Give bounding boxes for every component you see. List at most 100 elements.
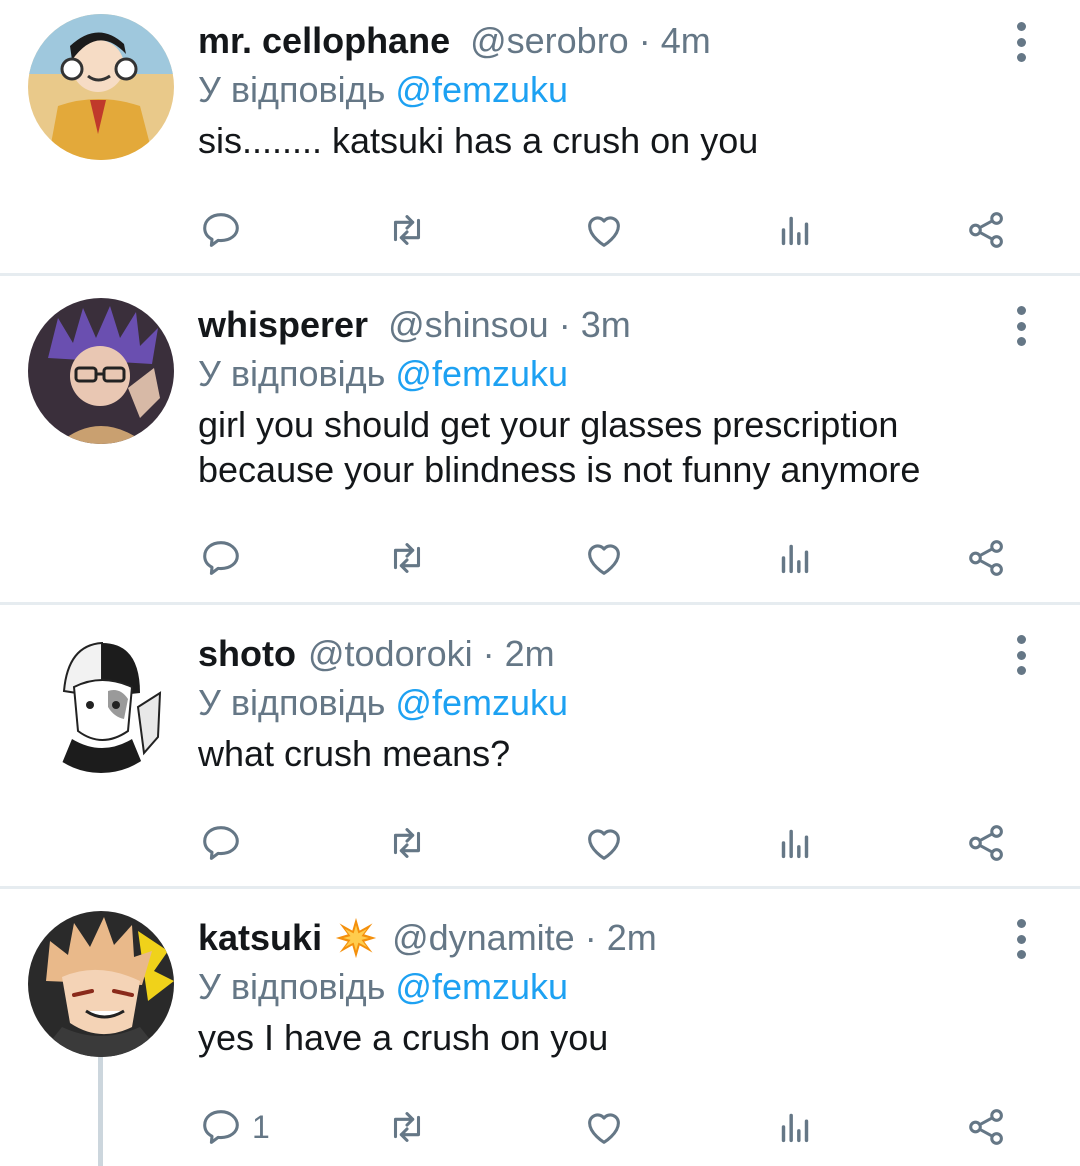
tweet-text-line: yes I have a crush on you: [198, 1017, 609, 1058]
analytics-button[interactable]: [772, 1101, 818, 1153]
avatar-illustration: [28, 14, 174, 160]
more-options-icon[interactable]: [1006, 22, 1036, 62]
tweet-actions: [198, 532, 1018, 584]
tweet-text-line: sis........ katsuki has a crush on you: [198, 120, 759, 161]
like-button[interactable]: [581, 532, 627, 584]
tweet-header: whisperer @shinsou · 3m: [198, 300, 1000, 350]
reply-icon: [203, 1110, 239, 1144]
like-icon: [588, 544, 620, 575]
reply-prefix: У відповідь: [198, 682, 386, 723]
user-handle[interactable]: @serobro: [470, 20, 629, 62]
avatar[interactable]: [28, 627, 174, 773]
separator-dot: ·: [558, 304, 571, 345]
avatar-illustration: [28, 627, 174, 773]
display-name[interactable]: whisperer: [198, 304, 368, 346]
separator-dot: ·: [638, 20, 651, 61]
share-button[interactable]: [964, 532, 1010, 584]
display-name[interactable]: shoto: [198, 633, 296, 675]
reply-button[interactable]: [198, 817, 252, 869]
separator-dot: ·: [584, 917, 597, 958]
timestamp[interactable]: 2m: [607, 917, 657, 959]
share-icon: [969, 540, 1003, 576]
like-button[interactable]: [581, 1101, 627, 1153]
reply-button[interactable]: [198, 204, 252, 256]
reply-context: У відповідь @femzuku: [198, 66, 1000, 114]
analytics-icon: [781, 829, 809, 859]
tweet[interactable]: whisperer @shinsou · 3m У відповідь @fem…: [0, 276, 1080, 604]
more-options-icon[interactable]: [1006, 635, 1036, 675]
tweet[interactable]: shoto @todoroki · 2m У відповідь @femzuk…: [0, 605, 1080, 887]
analytics-button[interactable]: [772, 204, 818, 256]
tweet-text: yes I have a crush on you: [198, 1015, 1000, 1060]
retweet-icon: [393, 543, 421, 573]
analytics-icon: [781, 1113, 809, 1143]
reply-prefix: У відповідь: [198, 966, 386, 1007]
timestamp[interactable]: 3m: [581, 304, 631, 346]
reply-context: У відповідь @femzuku: [198, 963, 1000, 1011]
retweet-button[interactable]: [384, 204, 430, 256]
like-button[interactable]: [581, 817, 627, 869]
share-icon: [969, 212, 1003, 248]
like-button[interactable]: [581, 204, 627, 256]
avatar[interactable]: [28, 911, 174, 1057]
tweet[interactable]: mr. cellophane @serobro · 4m У відповідь…: [0, 0, 1080, 275]
tweet-header: mr. cellophane @serobro · 4m: [198, 16, 1000, 66]
reply-icon: [203, 826, 239, 860]
reply-mention[interactable]: @femzuku: [395, 682, 568, 723]
avatar[interactable]: [28, 14, 174, 160]
tweet[interactable]: katsuki @dynamite · 2m У відповідь @femz…: [0, 889, 1080, 1166]
retweet-button[interactable]: [384, 532, 430, 584]
tweet-content: mr. cellophane @serobro · 4m У відповідь…: [198, 16, 1000, 163]
tweet-text-line: because your blindness is not funny anym…: [198, 449, 921, 490]
reply-button[interactable]: 1: [198, 1101, 270, 1153]
tweet-content: whisperer @shinsou · 3m У відповідь @fem…: [198, 300, 1000, 492]
tweet-text: what crush means?: [198, 731, 1000, 776]
reply-context: У відповідь @femzuku: [198, 679, 1000, 727]
thread-line: [98, 1057, 103, 1166]
collision-emoji-icon: [334, 916, 378, 960]
tweet-content: shoto @todoroki · 2m У відповідь @femzuk…: [198, 629, 1000, 776]
reply-mention[interactable]: @femzuku: [395, 353, 568, 394]
reply-icon: [203, 541, 239, 575]
retweet-icon: [393, 828, 421, 858]
retweet-icon: [393, 215, 421, 245]
share-icon: [969, 1109, 1003, 1145]
share-icon: [969, 825, 1003, 861]
user-handle[interactable]: @shinsou: [388, 304, 549, 346]
reply-prefix: У відповідь: [198, 69, 386, 110]
reply-context: У відповідь @femzuku: [198, 350, 1000, 398]
retweet-button[interactable]: [384, 1101, 430, 1153]
share-button[interactable]: [964, 1101, 1010, 1153]
retweet-button[interactable]: [384, 817, 430, 869]
reply-count: 1: [252, 1108, 270, 1145]
more-options-icon[interactable]: [1006, 306, 1036, 346]
timestamp[interactable]: 4m: [661, 20, 711, 62]
tweet-text-line: girl you should get your glasses prescri…: [198, 404, 899, 445]
analytics-button[interactable]: [772, 532, 818, 584]
reply-prefix: У відповідь: [198, 353, 386, 394]
share-button[interactable]: [964, 817, 1010, 869]
timestamp[interactable]: 2m: [505, 633, 555, 675]
tweet-actions: [198, 204, 1018, 256]
like-icon: [588, 216, 620, 247]
like-icon: [588, 1113, 620, 1144]
reply-mention[interactable]: @femzuku: [395, 966, 568, 1007]
avatar[interactable]: [28, 298, 174, 444]
reply-icon: [203, 213, 239, 247]
separator-dot: ·: [482, 633, 495, 674]
user-handle[interactable]: @dynamite: [392, 917, 575, 959]
retweet-icon: [393, 1112, 421, 1142]
analytics-button[interactable]: [772, 817, 818, 869]
more-options-icon[interactable]: [1006, 919, 1036, 959]
user-handle[interactable]: @todoroki: [308, 633, 473, 675]
like-icon: [588, 829, 620, 860]
display-name[interactable]: katsuki: [198, 917, 322, 959]
share-button[interactable]: [964, 204, 1010, 256]
reply-button[interactable]: [198, 532, 252, 584]
reply-mention[interactable]: @femzuku: [395, 69, 568, 110]
analytics-icon: [781, 544, 809, 574]
tweet-feed: mr. cellophane @serobro · 4m У відповідь…: [0, 0, 1080, 1166]
display-name[interactable]: mr. cellophane: [198, 20, 450, 62]
tweet-header: shoto @todoroki · 2m: [198, 629, 1000, 679]
tweet-content: katsuki @dynamite · 2m У відповідь @femz…: [198, 913, 1000, 1060]
